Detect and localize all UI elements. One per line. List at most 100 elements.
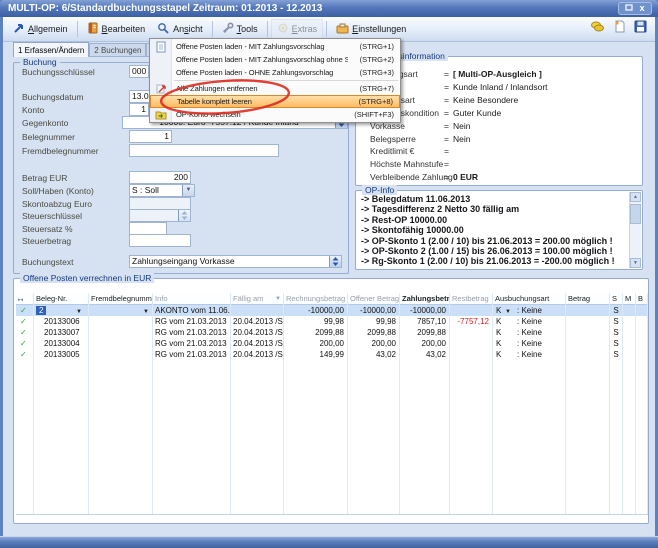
cell-ausbuchung[interactable]: K: Keine <box>493 316 566 327</box>
cell-empty[interactable] <box>610 371 623 382</box>
table-header-rest[interactable]: Restbetrag <box>450 293 493 305</box>
table-row[interactable]: ✓20133007RG vom 21.03.201320.04.2013 /Sa… <box>16 327 648 338</box>
table-header-check[interactable]: ▸◂ <box>16 293 34 305</box>
cell-offener[interactable]: 200,00 <box>348 338 400 349</box>
cell-empty[interactable] <box>450 382 493 393</box>
close-icon[interactable]: x <box>640 3 645 14</box>
table-row[interactable] <box>16 371 648 382</box>
filter-icon[interactable]: ▼ <box>275 293 281 305</box>
cell-info[interactable]: RG vom 21.03.2013 <box>153 327 231 338</box>
cell-check[interactable]: ✓ <box>16 338 34 349</box>
restore-icon[interactable] <box>625 0 633 17</box>
cell-empty[interactable] <box>610 426 623 437</box>
cell-s[interactable]: S <box>610 338 623 349</box>
cell-betrag[interactable] <box>566 349 610 360</box>
cell-empty[interactable] <box>348 371 400 382</box>
cell-empty[interactable] <box>284 481 348 492</box>
cell-empty[interactable] <box>610 503 623 514</box>
cell-empty[interactable] <box>153 393 231 404</box>
cell-empty[interactable] <box>284 492 348 503</box>
cell-empty[interactable] <box>231 492 284 503</box>
cell-empty[interactable] <box>284 459 348 470</box>
cell-empty[interactable] <box>636 448 648 459</box>
cell-offener[interactable]: 43,02 <box>348 349 400 360</box>
check-icon[interactable]: ✓ <box>20 349 27 360</box>
table-header-rechnung[interactable]: Rechnungsbetrag <box>284 293 348 305</box>
cell-m[interactable] <box>623 349 636 360</box>
cell-empty[interactable] <box>348 448 400 459</box>
cell-empty[interactable] <box>348 415 400 426</box>
table-row[interactable] <box>16 404 648 415</box>
cell-empty[interactable] <box>623 503 636 514</box>
cell-empty[interactable] <box>636 470 648 481</box>
cell-empty[interactable] <box>400 360 450 371</box>
cell-info[interactable]: RG vom 21.03.2013 <box>153 338 231 349</box>
cell-empty[interactable] <box>450 404 493 415</box>
cell-empty[interactable] <box>231 404 284 415</box>
cell-empty[interactable] <box>153 470 231 481</box>
cell-empty[interactable] <box>400 481 450 492</box>
cell-empty[interactable] <box>623 492 636 503</box>
cell-s[interactable]: S <box>610 316 623 327</box>
table-row[interactable]: ✓20133006RG vom 21.03.201320.04.2013 /Sa… <box>16 316 648 327</box>
cell-empty[interactable] <box>566 426 610 437</box>
table-header-offener[interactable]: Offener Betrag <box>348 293 400 305</box>
cell-empty[interactable] <box>231 503 284 514</box>
dropdown-arrow-icon[interactable]: ▼ <box>143 307 149 316</box>
table-row[interactable] <box>16 470 648 481</box>
cell-empty[interactable] <box>400 459 450 470</box>
cell-empty[interactable] <box>348 360 400 371</box>
cell-rechnung[interactable]: 149,99 <box>284 349 348 360</box>
cell-empty[interactable] <box>493 481 566 492</box>
tools-button[interactable]: Tools <box>216 19 264 39</box>
cell-empty[interactable] <box>34 415 89 426</box>
scrollbar-thumb[interactable] <box>630 204 641 224</box>
cell-empty[interactable] <box>636 437 648 448</box>
field-buchungstext[interactable]: Zahlungseingang Vorkasse <box>129 255 342 268</box>
table-row[interactable] <box>16 492 648 503</box>
cell-s[interactable]: S <box>610 349 623 360</box>
cell-b[interactable] <box>636 338 648 349</box>
check-icon[interactable]: ✓ <box>20 338 27 349</box>
cell-empty[interactable] <box>450 448 493 459</box>
cell-empty[interactable] <box>493 470 566 481</box>
cell-empty[interactable] <box>636 503 648 514</box>
cell-b[interactable] <box>636 316 648 327</box>
cell-rest[interactable] <box>450 349 493 360</box>
cell-empty[interactable] <box>493 382 566 393</box>
table-row[interactable]: ✓2▼▼AKONTO vom 11.06.201-10000,00-10000,… <box>16 305 648 316</box>
cell-m[interactable] <box>623 316 636 327</box>
cell-empty[interactable] <box>34 470 89 481</box>
table-row[interactable]: ✓20133004RG vom 21.03.201320.04.2013 /Sa… <box>16 338 648 349</box>
cell-empty[interactable] <box>610 459 623 470</box>
menu-item-alle-zahlungen-entfernen[interactable]: Alle Zahlungen entfernen(STRG+7) <box>150 82 400 95</box>
cell-empty[interactable] <box>231 448 284 459</box>
table-header-info[interactable]: Info <box>153 293 231 305</box>
cell-empty[interactable] <box>89 448 153 459</box>
cell-empty[interactable] <box>566 437 610 448</box>
cell-rechnung[interactable]: 99,98 <box>284 316 348 327</box>
cell-empty[interactable] <box>610 437 623 448</box>
cell-empty[interactable] <box>636 393 648 404</box>
cell-empty[interactable] <box>89 415 153 426</box>
cell-ausbuchung[interactable]: K: Keine <box>493 338 566 349</box>
cell-empty[interactable] <box>566 503 610 514</box>
cell-empty[interactable] <box>153 360 231 371</box>
cell-beleg[interactable]: 2▼ <box>34 305 89 316</box>
new-document-icon[interactable] <box>613 20 626 38</box>
check-icon[interactable]: ✓ <box>20 316 27 327</box>
cell-empty[interactable] <box>89 382 153 393</box>
cell-rest[interactable] <box>450 338 493 349</box>
cell-faellig[interactable]: 20.04.2013 /Sa <box>231 327 284 338</box>
field-belegnummer[interactable]: 1 <box>129 130 172 143</box>
tab-buchungen[interactable]: 2 Buchungen <box>89 43 146 57</box>
cell-empty[interactable] <box>623 415 636 426</box>
cell-empty[interactable] <box>450 503 493 514</box>
table-header-betrag[interactable]: Betrag <box>566 293 610 305</box>
cell-empty[interactable] <box>34 481 89 492</box>
field-steuerschluessel[interactable] <box>129 209 191 222</box>
menu-item-offene-posten-laden-mit-zahlun[interactable]: Offene Posten laden - MIT Zahlungsvorsch… <box>150 40 400 53</box>
cell-betrag[interactable] <box>566 338 610 349</box>
cell-empty[interactable] <box>636 459 648 470</box>
cell-empty[interactable] <box>231 437 284 448</box>
